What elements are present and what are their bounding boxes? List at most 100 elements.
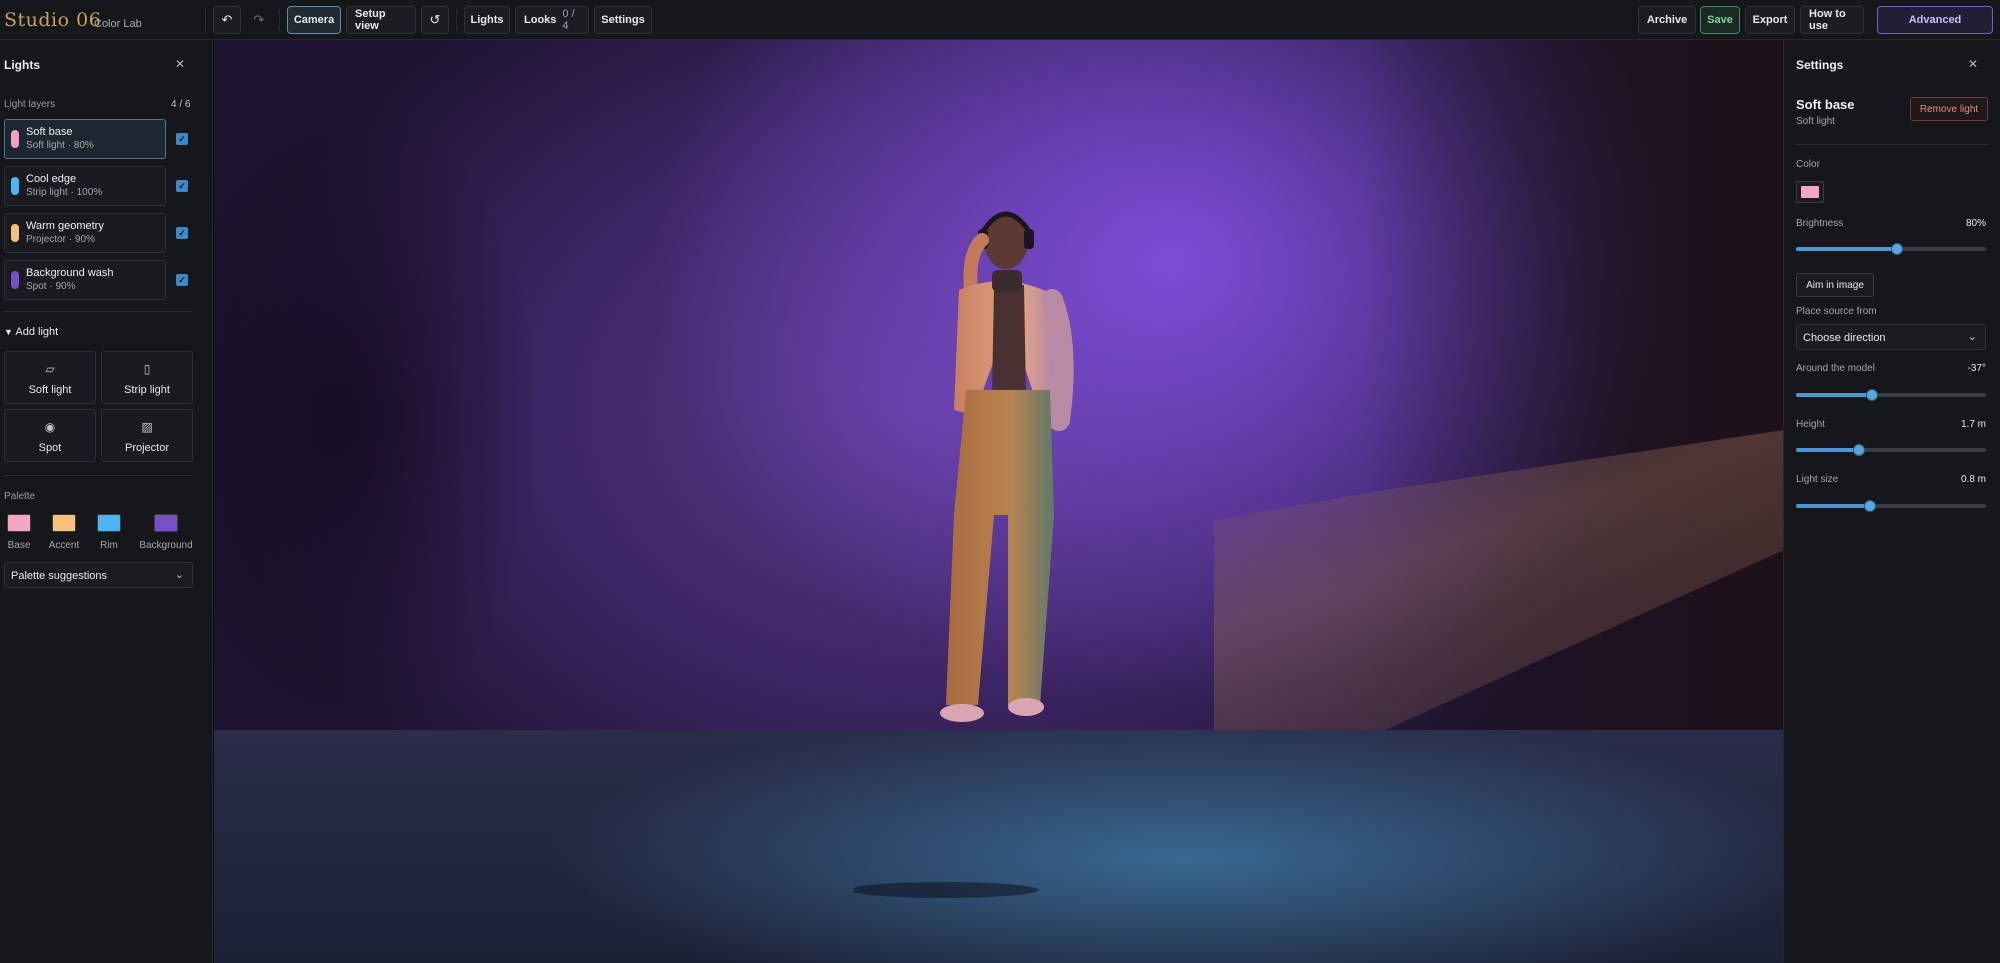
layer-name: Soft base — [26, 126, 73, 138]
layer-name: Warm geometry — [26, 220, 104, 232]
layer-visibility-checkbox[interactable]: ✓ — [176, 274, 188, 286]
close-icon: ✕ — [1968, 57, 1979, 71]
light-size-value: 0.8 m — [1960, 474, 1986, 485]
palette-swatch-background[interactable] — [154, 514, 178, 532]
aim-in-image-button[interactable]: Aim in image — [1796, 273, 1874, 297]
lights-panel: Lights ✕ Light layers 4 / 6 Soft base So… — [0, 40, 213, 963]
scene-viewport[interactable] — [214, 40, 1783, 963]
top-bar: Studio 06 Color Lab ↶ ↷ Camera Setup vie… — [0, 0, 2000, 40]
slider-handle[interactable] — [1866, 389, 1878, 401]
slider-handle[interactable] — [1864, 500, 1877, 512]
export-button[interactable]: Export — [1745, 6, 1795, 34]
close-settings-panel-button[interactable]: ✕ — [1968, 57, 1978, 71]
layer-color-dot — [11, 271, 19, 289]
layer-meta: Projector · 90% — [26, 234, 95, 245]
chevron-down-icon: ⌄ — [1967, 331, 1977, 343]
add-type-label: Spot — [38, 442, 62, 454]
layer-visibility-checkbox[interactable]: ✓ — [176, 227, 188, 239]
slider-handle[interactable] — [1890, 243, 1903, 255]
looks-label: Looks — [524, 14, 557, 26]
light-layer-cool-edge[interactable]: Cool edge Strip light · 100% — [4, 166, 166, 206]
redo-icon: ↷ — [253, 12, 265, 27]
refresh-icon: ↺ — [429, 12, 441, 27]
light-layers-count: 4 / 6 — [171, 99, 191, 110]
height-slider[interactable] — [1796, 444, 1986, 456]
light-size-slider[interactable] — [1796, 500, 1986, 512]
setup-view-button[interactable]: Setup view — [346, 6, 416, 34]
chevron-down-icon: ⌄ — [174, 569, 184, 581]
add-type-label: Projector — [124, 442, 170, 454]
light-size-label: Light size — [1796, 474, 1839, 485]
layer-visibility-checkbox[interactable]: ✓ — [176, 180, 188, 192]
panel-divider — [4, 475, 192, 476]
color-picker[interactable] — [1796, 181, 1824, 203]
advanced-button[interactable]: Advanced — [1877, 6, 1993, 34]
slider-handle[interactable] — [1852, 444, 1865, 456]
toolbar-divider — [205, 9, 206, 31]
height-label: Height — [1796, 419, 1825, 430]
height-value: 1.7 m — [1960, 419, 1986, 430]
settings-panel-title: Settings — [1796, 58, 1844, 72]
toolbar-divider — [456, 9, 457, 31]
toolbar-divider — [279, 9, 280, 31]
archive-button[interactable]: Archive — [1638, 6, 1696, 34]
add-light-toggle[interactable]: ▼ Add light — [4, 326, 58, 338]
light-layers-label: Light layers — [4, 99, 56, 110]
spot-icon: ◉ — [44, 420, 56, 434]
around-model-label: Around the model — [1796, 363, 1875, 374]
palette-suggestions-label: Palette suggestions — [11, 570, 108, 582]
around-model-slider[interactable] — [1796, 389, 1986, 401]
lights-panel-title: Lights — [4, 58, 40, 72]
caret-down-icon: ▼ — [4, 327, 13, 337]
app-subtitle: Color Lab — [94, 18, 142, 30]
light-layer-soft-base[interactable]: Soft base Soft light · 80% — [4, 119, 166, 159]
wall-shadow — [214, 100, 534, 740]
panel-divider — [1796, 144, 1988, 145]
add-spot-button[interactable]: ◉ Spot — [4, 409, 96, 462]
add-type-label: Soft light — [28, 384, 72, 396]
place-source-dropdown[interactable]: Choose direction ⌄ — [1796, 324, 1986, 350]
add-projector-button[interactable]: ▨ Projector — [101, 409, 193, 462]
layer-meta: Soft light · 80% — [26, 140, 94, 151]
brightness-label: Brightness — [1796, 218, 1844, 229]
palette-swatch-label: Background — [139, 540, 193, 551]
tab-looks[interactable]: Looks 0 / 4 — [515, 6, 589, 34]
add-light-label: Add light — [15, 326, 59, 338]
save-button[interactable]: Save — [1700, 6, 1740, 34]
layer-name: Background wash — [26, 267, 114, 279]
app-logo: Studio 06 — [4, 9, 102, 31]
camera-button[interactable]: Camera — [287, 6, 341, 34]
close-icon: ✕ — [175, 57, 186, 71]
selected-light-name: Soft base — [1796, 97, 1855, 112]
palette-swatch-accent[interactable] — [52, 514, 76, 532]
palette-swatch-rim[interactable] — [97, 514, 121, 532]
undo-icon: ↶ — [221, 12, 233, 27]
layer-name: Cool edge — [26, 173, 77, 185]
tab-settings[interactable]: Settings — [594, 6, 652, 34]
around-model-value: -37° — [1967, 363, 1986, 374]
layer-visibility-checkbox[interactable]: ✓ — [176, 133, 188, 145]
place-source-value: Choose direction — [1803, 332, 1886, 344]
palette-label: Palette — [4, 491, 36, 502]
strip-light-icon: ▯ — [143, 362, 151, 376]
model-figure — [854, 211, 1074, 898]
close-lights-panel-button[interactable]: ✕ — [175, 57, 185, 71]
layer-color-dot — [11, 177, 19, 195]
looks-count: 0 / 4 — [562, 8, 575, 32]
soft-light-icon: ▱ — [45, 362, 55, 376]
place-source-label: Place source from — [1796, 306, 1877, 317]
palette-suggestions-dropdown[interactable]: Palette suggestions ⌄ — [4, 562, 193, 588]
selected-light-type: Soft light — [1796, 116, 1835, 127]
light-layer-background-wash[interactable]: Background wash Spot · 90% — [4, 260, 166, 300]
light-layer-warm-geometry[interactable]: Warm geometry Projector · 90% — [4, 213, 166, 253]
undo-button[interactable]: ↶ — [213, 6, 241, 34]
brightness-slider[interactable] — [1796, 243, 1986, 255]
redo-button[interactable]: ↷ — [245, 6, 273, 34]
remove-light-button[interactable]: Remove light — [1910, 97, 1988, 121]
add-soft-light-button[interactable]: ▱ Soft light — [4, 351, 96, 404]
tab-lights[interactable]: Lights — [464, 6, 510, 34]
add-strip-light-button[interactable]: ▯ Strip light — [101, 351, 193, 404]
palette-swatch-base[interactable] — [7, 514, 31, 532]
how-to-use-button[interactable]: How to use — [1800, 6, 1864, 34]
reset-view-button[interactable]: ↺ — [421, 6, 449, 34]
